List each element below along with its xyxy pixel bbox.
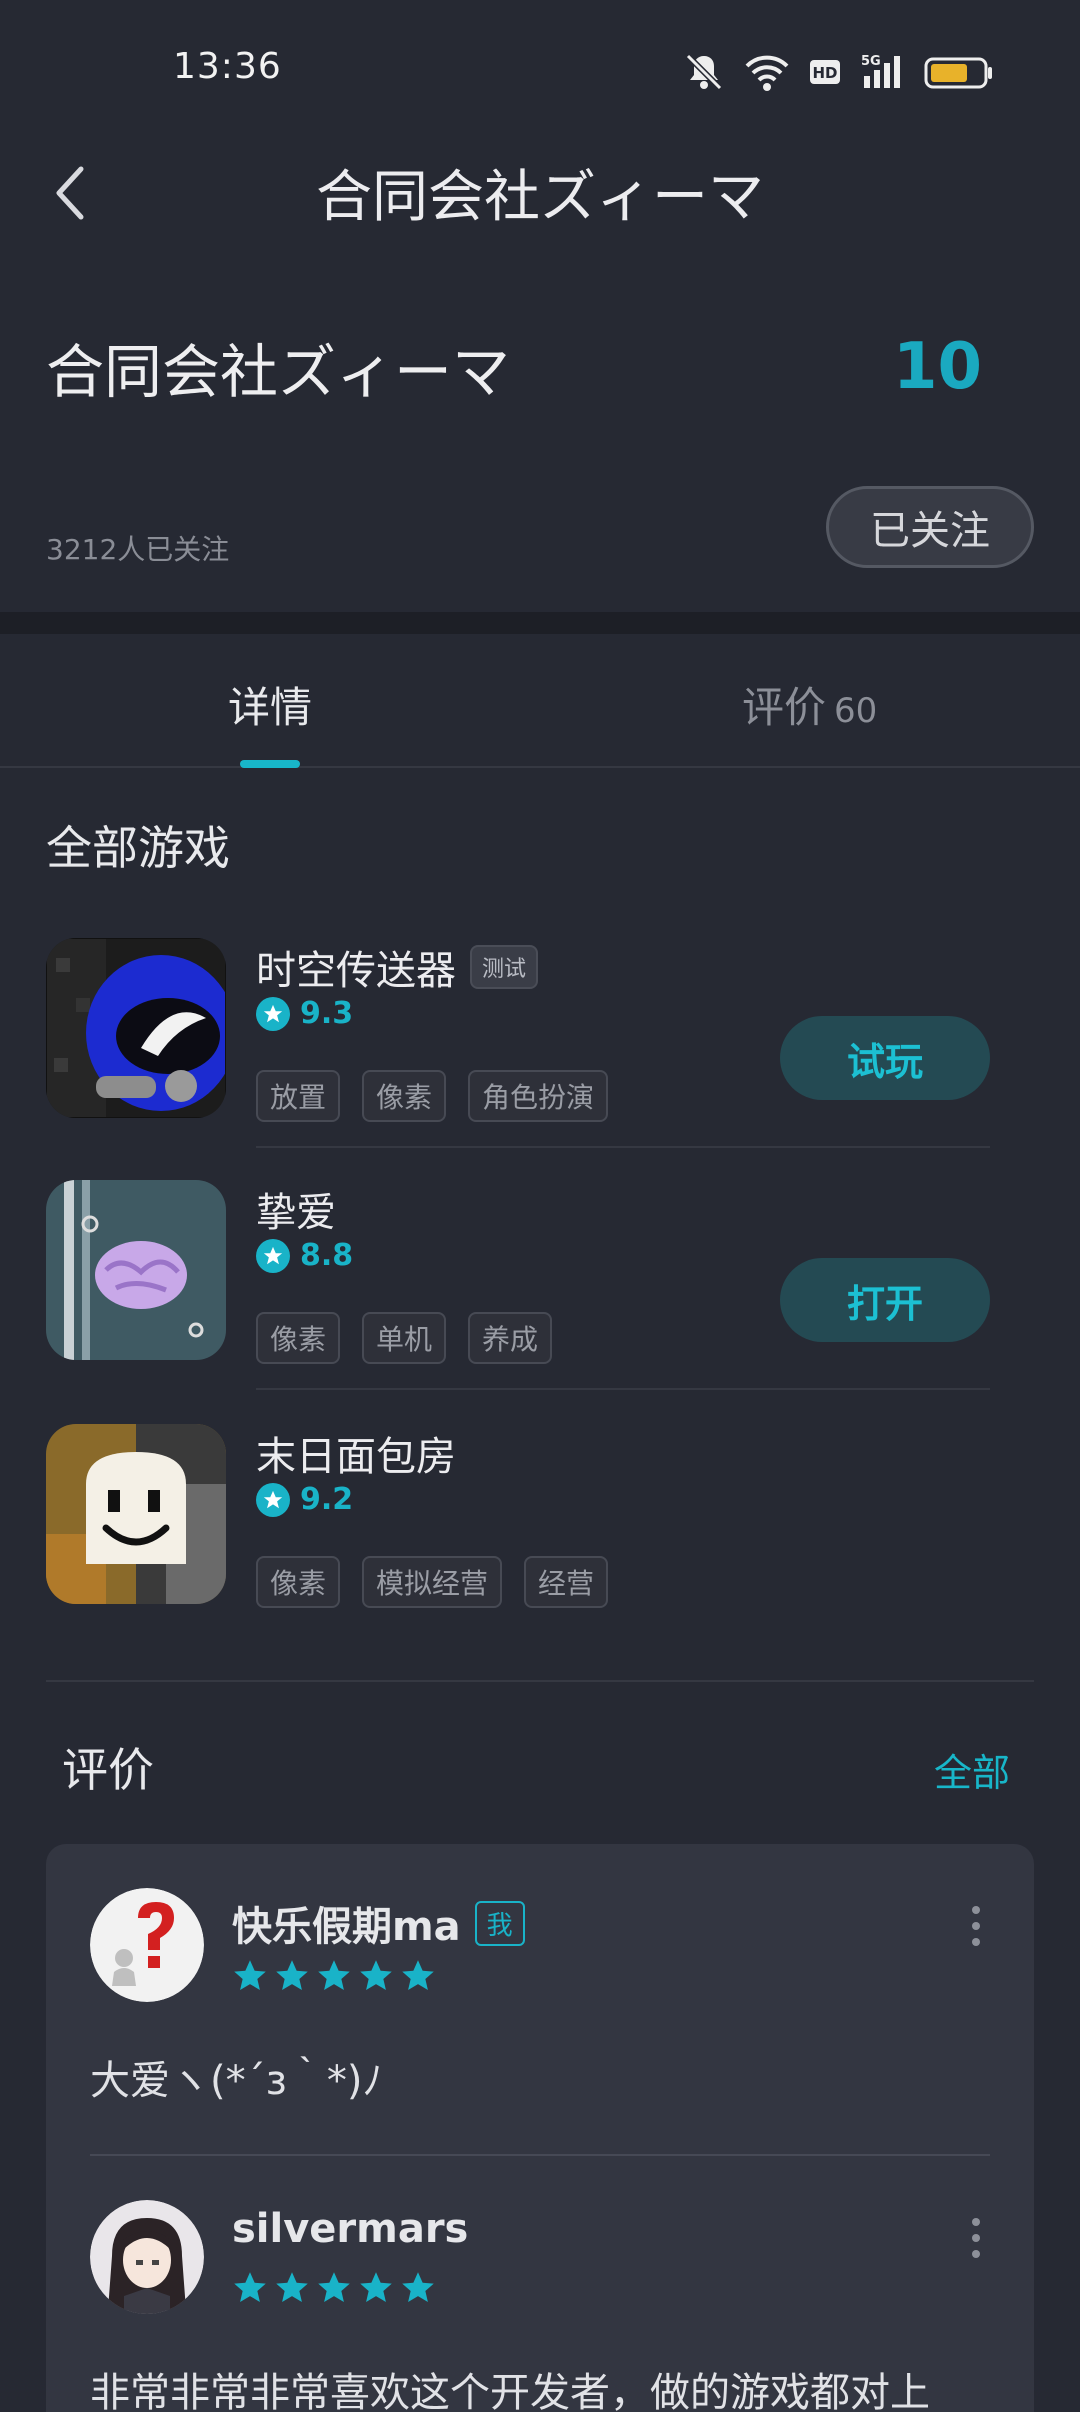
reviewer-name: 快乐假期ma — [232, 1904, 461, 1950]
star-icon — [276, 1960, 308, 1990]
avatar[interactable] — [90, 2200, 204, 2314]
developer-page: 13:36 HD 5G 合同会社ズィーマ 合同会社ズィーマ 10 3212人已关… — [0, 0, 1080, 2412]
star-icon — [234, 2272, 266, 2302]
game-tag[interactable]: 单机 — [362, 1312, 447, 1364]
star-icon — [256, 996, 290, 1031]
wifi-icon — [745, 55, 789, 91]
me-badge: 我 — [474, 1900, 525, 1946]
rating-value: 8.8 — [300, 1238, 354, 1273]
game-tags: 放置 像素 角色扮演 — [256, 1070, 609, 1122]
game-tag[interactable]: 放置 — [256, 1070, 341, 1122]
rating-stars — [232, 2270, 436, 2306]
star-icon — [360, 1960, 392, 1990]
reviewer: 快乐假期ma 我 — [232, 1894, 525, 1952]
rating-stars — [232, 1958, 436, 1994]
star-icon — [318, 2272, 350, 2302]
star-icon — [318, 1960, 350, 1990]
game-tags: 像素 模拟经营 经营 — [256, 1556, 609, 1608]
view-all-reviews-link[interactable]: 全部 — [934, 1742, 1010, 1797]
game-title: 时空传送器 测试 — [256, 938, 539, 996]
hd-icon: HD — [810, 60, 840, 84]
game-tag[interactable]: 角色扮演 — [468, 1070, 609, 1122]
review-text[interactable]: 大爱ヽ(*´з｀*)ﾉ — [90, 2048, 382, 2106]
tab-reviews-label: 评价 — [742, 683, 827, 732]
game-item[interactable]: 末日面包房 9.2 像素 模拟经营 经营 — [46, 1424, 990, 1666]
game-tag[interactable]: 养成 — [468, 1312, 553, 1364]
game-tags: 像素 单机 养成 — [256, 1312, 553, 1364]
star-icon — [402, 2272, 434, 2302]
game-item[interactable]: 时空传送器 测试 9.3 放置 像素 角色扮演 试玩 — [46, 938, 990, 1180]
tab-details[interactable]: 详情 — [228, 674, 312, 735]
more-options-icon[interactable] — [966, 1906, 986, 1946]
tab-details-label: 详情 — [228, 683, 313, 732]
game-tag[interactable]: 经营 — [524, 1556, 609, 1608]
status-time: 13:36 — [173, 46, 282, 87]
game-icon[interactable] — [46, 1424, 226, 1604]
game-tag[interactable]: 模拟经营 — [362, 1556, 503, 1608]
follow-button[interactable]: 已关注 — [826, 486, 1034, 568]
tab-indicator — [240, 760, 300, 768]
game-rating: 9.2 — [256, 1482, 353, 1517]
star-icon — [256, 1482, 290, 1517]
game-name: 挚爱 — [256, 1190, 336, 1236]
game-tag[interactable]: 像素 — [362, 1070, 447, 1122]
game-item[interactable]: 挚爱 8.8 像素 单机 养成 打开 — [46, 1180, 990, 1422]
game-tag[interactable]: 像素 — [256, 1556, 341, 1608]
tab-reviews[interactable]: 评价 60 — [742, 674, 877, 735]
reviewer: silvermars — [232, 2206, 468, 2252]
signal-5g-icon: 5G — [861, 54, 900, 88]
open-button[interactable]: 打开 — [780, 1258, 990, 1342]
svg-text:HD: HD — [812, 64, 837, 82]
avatar[interactable] — [90, 1888, 204, 2002]
game-icon[interactable] — [46, 1180, 226, 1360]
section-divider — [46, 1680, 1034, 1682]
try-button[interactable]: 试玩 — [780, 1016, 990, 1100]
review-item: silvermars 非常非常非常喜欢这个开发者，做的游戏都对上 — [90, 2200, 990, 2412]
follower-count: 3212人已关注 — [46, 533, 230, 566]
review-card: 快乐假期ma 我 大爱ヽ(*´з｀*)ﾉ silvermars 非常非常非常喜欢… — [46, 1844, 1034, 2412]
review-text[interactable]: 非常非常非常喜欢这个开发者，做的游戏都对上 — [90, 2360, 930, 2412]
game-rating: 8.8 — [256, 1238, 353, 1273]
review-divider — [90, 2154, 990, 2156]
item-divider — [256, 1146, 990, 1148]
mute-bell-icon — [685, 53, 723, 91]
rating-value: 9.3 — [300, 996, 354, 1031]
battery-icon — [924, 57, 992, 89]
game-name: 时空传送器 — [256, 948, 456, 994]
star-icon — [256, 1238, 290, 1273]
developer-score: 10 — [893, 330, 983, 404]
all-games-title: 全部游戏 — [46, 821, 230, 875]
reviewer-name: silvermars — [232, 2206, 469, 2252]
status-icons: HD 5G — [682, 50, 994, 94]
test-badge: 测试 — [470, 945, 539, 989]
star-icon — [234, 1960, 266, 1990]
tab-reviews-count: 60 — [834, 691, 878, 731]
star-icon — [360, 2272, 392, 2302]
status-bar: 13:36 HD 5G — [0, 0, 1080, 140]
game-title: 挚爱 — [256, 1180, 336, 1238]
more-options-icon[interactable] — [966, 2218, 986, 2258]
tab-bar: 详情 评价 60 — [0, 634, 1080, 768]
page-title: 合同会社ズィーマ — [316, 165, 764, 230]
game-title: 末日面包房 — [256, 1424, 456, 1482]
review-item: 快乐假期ma 我 大爱ヽ(*´з｀*)ﾉ — [90, 1888, 990, 2148]
rating-value: 9.2 — [300, 1482, 354, 1517]
section-divider — [0, 612, 1080, 634]
game-icon[interactable] — [46, 938, 226, 1118]
developer-name: 合同会社ズィーマ — [46, 338, 511, 406]
reviews-title: 评价 — [62, 1743, 154, 1797]
game-tag[interactable]: 像素 — [256, 1312, 341, 1364]
svg-text:5G: 5G — [861, 54, 881, 69]
item-divider — [256, 1388, 990, 1390]
game-name: 末日面包房 — [256, 1434, 456, 1480]
star-icon — [402, 1960, 434, 1990]
game-rating: 9.3 — [256, 996, 353, 1031]
star-icon — [276, 2272, 308, 2302]
